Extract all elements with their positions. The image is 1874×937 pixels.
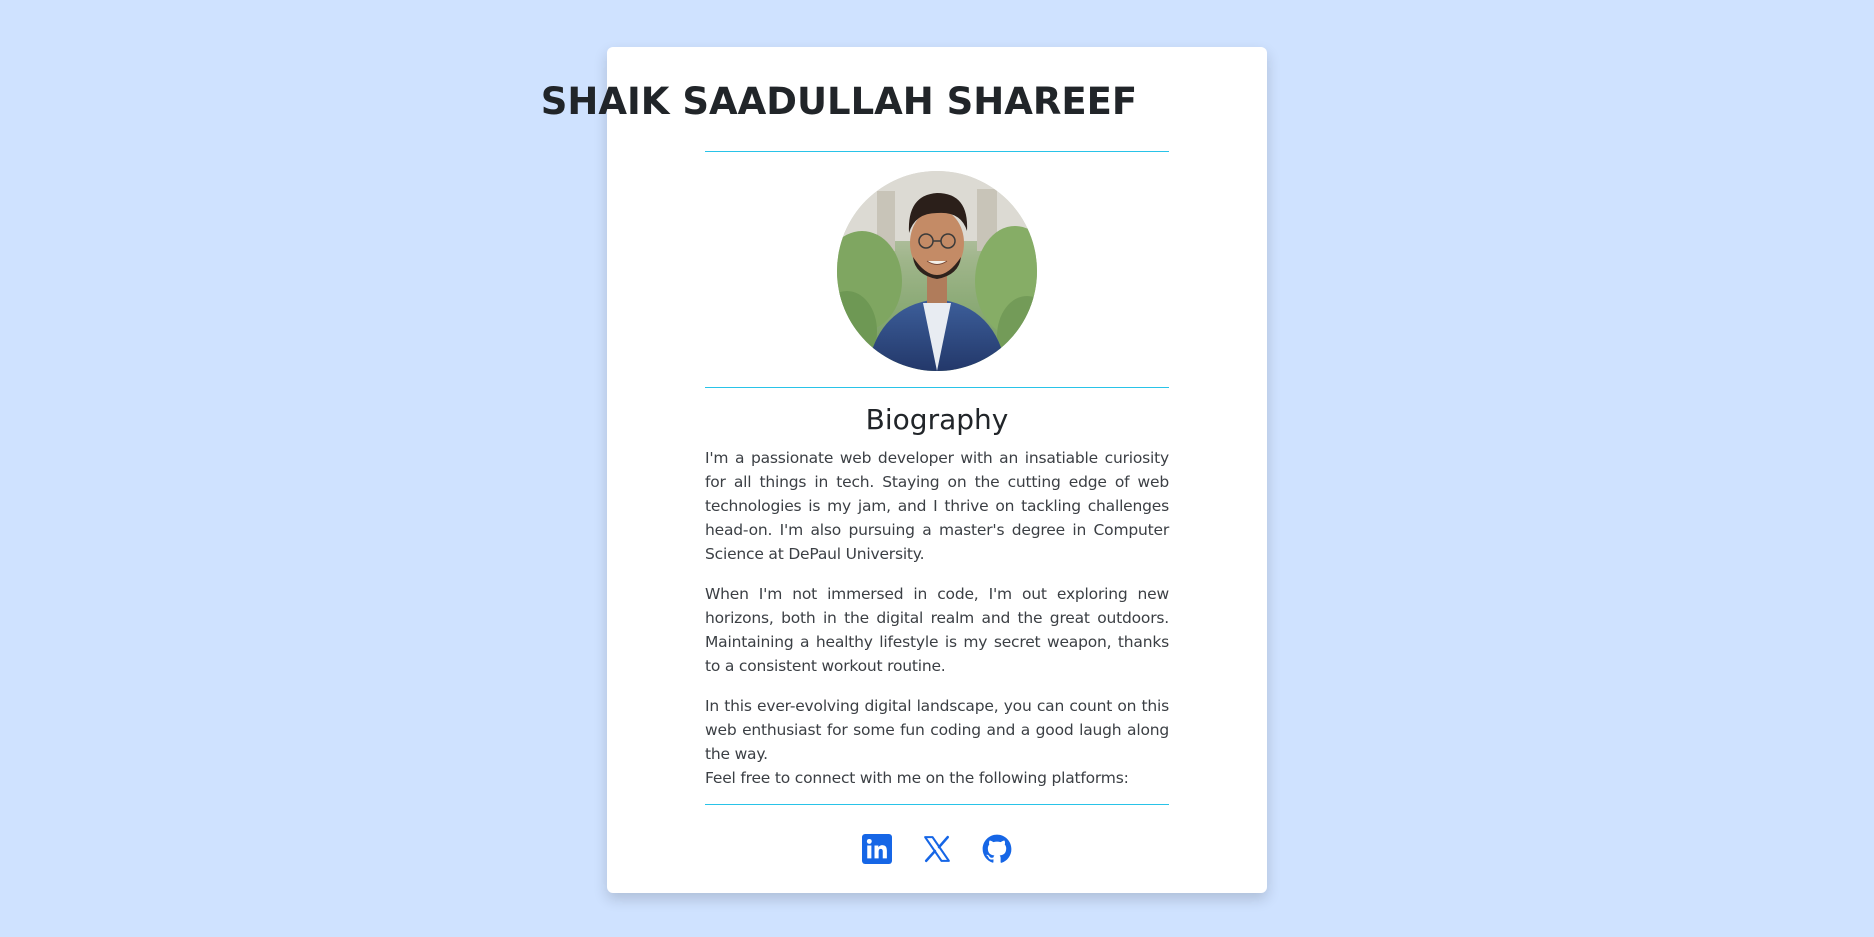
profile-photo-image <box>837 171 1037 371</box>
photo-container <box>705 171 1169 371</box>
linkedin-link[interactable] <box>862 834 892 864</box>
biography-heading: Biography <box>865 403 1009 436</box>
divider-bottom <box>705 804 1169 805</box>
x-icon <box>924 835 950 863</box>
social-links <box>705 834 1169 864</box>
biography-paragraph-3: In this ever-evolving digital landscape,… <box>705 697 1169 763</box>
github-icon <box>982 834 1012 863</box>
divider-top <box>705 151 1169 152</box>
biography-paragraph-2: When I'm not immersed in code, I'm out e… <box>705 585 1169 675</box>
card-content: Biography I'm a passionate web developer… <box>705 151 1169 864</box>
x-link[interactable] <box>922 834 952 864</box>
profile-name: SHAIK SAADULLAH SHAREEF <box>540 80 1138 123</box>
profile-card: SHAIK SAADULLAH SHAREEF Biography I'm a … <box>541 47 1267 893</box>
linkedin-icon <box>862 834 892 864</box>
divider-middle <box>705 387 1169 388</box>
profile-photo <box>837 171 1037 371</box>
biography-paragraph-1: I'm a passionate web developer with an i… <box>705 449 1169 563</box>
connect-text: Feel free to connect with me on the foll… <box>705 769 1129 787</box>
github-link[interactable] <box>982 834 1012 864</box>
